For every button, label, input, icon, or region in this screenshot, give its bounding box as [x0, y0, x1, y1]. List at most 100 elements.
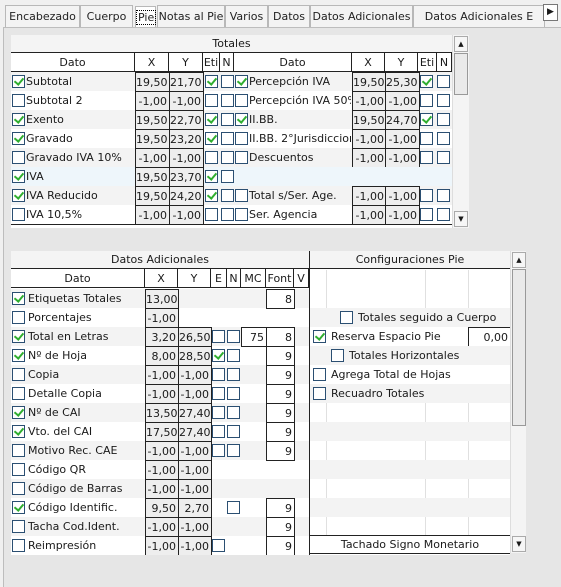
checkbox[interactable]: [205, 170, 218, 183]
checkbox[interactable]: [12, 349, 25, 362]
scroll-up-button[interactable]: ▲: [512, 252, 526, 268]
x-field[interactable]: 19,50: [135, 129, 170, 149]
y-field[interactable]: -1,00: [178, 479, 212, 499]
font-field[interactable]: 9: [266, 422, 295, 442]
checkbox[interactable]: [12, 132, 25, 145]
x-field[interactable]: -1,00: [145, 479, 179, 499]
x-field[interactable]: -1,00: [352, 205, 387, 225]
checkbox[interactable]: [420, 189, 433, 202]
x-field[interactable]: -1,00: [352, 91, 387, 111]
scroll-thumb[interactable]: [454, 53, 468, 95]
checkbox[interactable]: [212, 425, 225, 438]
checkbox[interactable]: [12, 170, 25, 183]
font-field[interactable]: 9: [266, 536, 295, 555]
y-field[interactable]: -1,00: [385, 91, 420, 111]
checkbox[interactable]: [420, 132, 433, 145]
tab-varios[interactable]: Varios: [225, 5, 268, 27]
checkbox[interactable]: [12, 208, 25, 221]
x-field[interactable]: 19,50: [135, 167, 170, 187]
x-field[interactable]: -1,00: [145, 441, 179, 461]
checkbox[interactable]: [221, 113, 234, 126]
scroll-thumb[interactable]: [512, 269, 526, 426]
tab-datos-adicionales-e[interactable]: Datos Adicionales E: [413, 5, 545, 27]
checkbox[interactable]: [12, 330, 25, 343]
checkbox[interactable]: [12, 387, 25, 400]
scroll-up-button[interactable]: ▲: [454, 36, 468, 52]
font-field[interactable]: 9: [266, 441, 295, 461]
x-field[interactable]: -1,00: [352, 148, 387, 168]
checkbox[interactable]: [235, 75, 248, 88]
mc-field[interactable]: 75: [241, 327, 267, 347]
font-field[interactable]: 9: [266, 498, 295, 518]
checkbox[interactable]: [12, 482, 25, 495]
x-field[interactable]: -1,00: [135, 205, 170, 225]
y-field[interactable]: -1,00: [178, 517, 212, 537]
checkbox[interactable]: [12, 151, 25, 164]
tab-cuerpo[interactable]: Cuerpo: [80, 5, 133, 27]
checkbox[interactable]: [235, 208, 248, 221]
x-field[interactable]: 19,50: [135, 110, 170, 130]
font-field[interactable]: 8: [266, 327, 295, 347]
checkbox[interactable]: [437, 75, 450, 88]
checkbox[interactable]: [12, 501, 25, 514]
x-field[interactable]: -1,00: [145, 460, 179, 480]
font-field[interactable]: 9: [266, 384, 295, 404]
checkbox[interactable]: [205, 113, 218, 126]
checkbox[interactable]: [221, 189, 234, 202]
checkbox[interactable]: [12, 75, 25, 88]
checkbox[interactable]: [227, 501, 240, 514]
checkbox[interactable]: [437, 151, 450, 164]
checkbox[interactable]: [420, 151, 433, 164]
y-field[interactable]: -1,00: [385, 205, 420, 225]
y-field[interactable]: -1,00: [385, 129, 420, 149]
checkbox[interactable]: [205, 151, 218, 164]
checkbox[interactable]: [227, 330, 240, 343]
y-field[interactable]: -1,00: [178, 536, 212, 555]
checkbox[interactable]: [212, 406, 225, 419]
tab-encabezado[interactable]: Encabezado: [5, 5, 80, 27]
checkbox[interactable]: [221, 75, 234, 88]
y-field[interactable]: 21,70: [169, 72, 204, 92]
y-field[interactable]: -1,00: [178, 365, 212, 385]
checkbox[interactable]: [313, 368, 326, 381]
tab-notas-al-pie[interactable]: Notas al Pie: [157, 5, 225, 27]
y-field[interactable]: -1,00: [178, 441, 212, 461]
x-field[interactable]: 9,50: [145, 498, 179, 518]
checkbox[interactable]: [437, 208, 450, 221]
x-field[interactable]: 3,20: [145, 327, 179, 347]
y-field[interactable]: 2,70: [178, 498, 212, 518]
checkbox[interactable]: [331, 349, 344, 362]
x-field[interactable]: -1,00: [145, 517, 179, 537]
checkbox[interactable]: [212, 330, 225, 343]
checkbox[interactable]: [235, 151, 248, 164]
x-field[interactable]: -1,00: [145, 365, 179, 385]
checkbox[interactable]: [212, 444, 225, 457]
checkbox[interactable]: [12, 444, 25, 457]
checkbox[interactable]: [221, 151, 234, 164]
font-field[interactable]: 9: [266, 346, 295, 366]
checkbox[interactable]: [437, 132, 450, 145]
x-field[interactable]: -1,00: [352, 129, 387, 149]
x-field[interactable]: -1,00: [135, 91, 170, 111]
checkbox[interactable]: [437, 113, 450, 126]
checkbox[interactable]: [205, 132, 218, 145]
checkbox[interactable]: [212, 368, 225, 381]
checkbox[interactable]: [12, 463, 25, 476]
checkbox[interactable]: [221, 208, 234, 221]
checkbox[interactable]: [12, 189, 25, 202]
checkbox[interactable]: [221, 170, 234, 183]
checkbox[interactable]: [12, 94, 25, 107]
checkbox[interactable]: [221, 132, 234, 145]
x-field[interactable]: 17,50: [145, 422, 179, 442]
tab-datos-adicionales[interactable]: Datos Adicionales: [310, 5, 413, 27]
checkbox[interactable]: [227, 444, 240, 457]
scroll-down-button[interactable]: ▼: [454, 211, 468, 227]
reserva-espacio-field[interactable]: 0,00: [468, 327, 510, 347]
x-field[interactable]: 13,50: [145, 403, 179, 423]
y-field[interactable]: 24,20: [169, 186, 204, 206]
y-field[interactable]: 27,40: [178, 403, 212, 423]
checkbox[interactable]: [12, 292, 25, 305]
checkbox[interactable]: [437, 94, 450, 107]
checkbox[interactable]: [12, 539, 25, 552]
checkbox[interactable]: [212, 349, 225, 362]
